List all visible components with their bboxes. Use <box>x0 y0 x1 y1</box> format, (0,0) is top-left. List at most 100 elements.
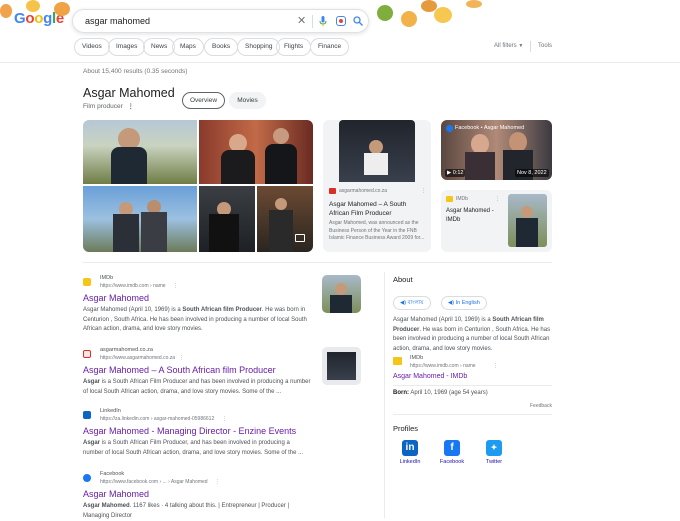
tab-movies[interactable]: Movies <box>229 92 266 109</box>
tab-overview[interactable]: Overview <box>182 92 225 109</box>
result-thumbnail[interactable] <box>322 275 361 313</box>
video-duration: ▶ 0:12 <box>445 169 466 177</box>
result-url[interactable]: https://www.facebook.com › ... › Asgar M… <box>100 479 208 485</box>
card-source: IMDb <box>456 196 468 202</box>
result-thumbnail[interactable] <box>322 347 361 385</box>
doodle-food-icon <box>466 0 482 8</box>
divider <box>312 15 313 28</box>
tab-images[interactable]: Images <box>108 38 146 56</box>
more-options-icon[interactable]: ⋮ <box>495 196 500 202</box>
result-url[interactable]: https://www.asgarmahomed.co.za <box>100 355 175 361</box>
tab-shopping[interactable]: Shopping <box>237 38 281 56</box>
doodle-food-icon <box>401 11 417 27</box>
profiles-heading: Profiles <box>393 424 419 433</box>
tools-button[interactable]: Tools <box>538 43 552 49</box>
person-figure <box>111 147 147 184</box>
snippet-part: Asgar Mahomed (April 10, 1969) is a <box>83 307 183 313</box>
person-figure <box>221 150 255 184</box>
person-figure <box>209 214 239 252</box>
lang-button-english[interactable]: ◀) In English <box>441 296 487 310</box>
image-thumbnail[interactable] <box>83 120 197 184</box>
doodle-food-icon <box>434 7 452 23</box>
more-options-icon[interactable]: ⋮ <box>128 103 135 110</box>
search-box[interactable]: asgar mahomed ✕ <box>72 9 369 33</box>
profile-facebook[interactable]: f Facebook <box>437 440 467 465</box>
lang-label: বাংলায় <box>407 300 424 306</box>
born-label: Born: <box>393 390 409 396</box>
facebook-icon <box>446 125 453 132</box>
feedback-link[interactable]: Feedback <box>530 403 552 409</box>
person-figure <box>273 128 289 144</box>
all-filters-label: All filters <box>494 43 517 49</box>
tab-videos[interactable]: Videos <box>74 38 110 56</box>
card-image <box>508 194 547 247</box>
search-icon[interactable] <box>353 16 363 26</box>
linkedin-favicon <box>83 411 91 419</box>
person-figure <box>521 206 533 218</box>
lang-button-bangla[interactable]: ◀) বাংলায় <box>393 296 431 310</box>
card-title: Asgar Mahomed – A South African Film Pro… <box>329 201 407 217</box>
profile-label: Twitter <box>485 459 503 465</box>
about-source-url[interactable]: https://www.imdb.com › name <box>410 363 476 369</box>
doodle-food-icon <box>377 5 393 21</box>
imdb-favicon <box>83 278 91 286</box>
tab-maps[interactable]: Maps <box>172 38 204 56</box>
clear-icon[interactable]: ✕ <box>297 15 306 27</box>
snippet-part: is a South African Film Producer, and ha… <box>83 440 304 456</box>
result-title-link[interactable]: Asgar Mahomed - Managing Director - Enzi… <box>83 426 296 436</box>
snippet-highlight: Asgar Mahomed <box>83 503 130 509</box>
lens-icon[interactable] <box>336 16 346 26</box>
card-image <box>327 352 356 380</box>
more-options-icon[interactable]: ⋮ <box>215 479 220 485</box>
imdb-icon <box>446 196 453 202</box>
result-title-link[interactable]: Asgar Mahomed – A South African film Pro… <box>83 365 276 375</box>
more-options-icon[interactable]: ⋮ <box>179 355 184 361</box>
born-fact: Born: April 10, 1969 (age 54 years) <box>393 389 488 399</box>
kp-title: Asgar Mahomed <box>83 86 175 100</box>
person-figure <box>364 153 388 175</box>
result-title-link[interactable]: Asgar Mahomed <box>83 489 149 499</box>
tab-news[interactable]: News <box>143 38 176 56</box>
gallery-icon <box>295 234 305 242</box>
result-url[interactable]: https://www.imdb.com › name <box>100 283 166 289</box>
person-figure <box>269 210 293 252</box>
search-input[interactable]: asgar mahomed <box>85 16 150 26</box>
person-figure <box>516 218 538 247</box>
more-options-icon[interactable]: ⋮ <box>173 283 178 289</box>
tab-finance[interactable]: Finance <box>310 38 350 56</box>
more-options-icon[interactable]: ⋮ <box>493 363 498 369</box>
twitter-icon: ✦ <box>486 440 502 456</box>
video-thumbnail[interactable]: Facebook • Asgar Mahomed ▶ 0:12 Nov 8, 2… <box>441 120 552 180</box>
person-figure <box>265 144 297 184</box>
image-card-imdb[interactable]: IMDb ⋮ Asgar Mahomed - IMDb <box>441 190 552 252</box>
tab-books[interactable]: Books <box>204 38 239 56</box>
profile-linkedin[interactable]: in LinkedIn <box>398 440 422 465</box>
result-url[interactable]: https://za.linkedin.com › asgar-mahomed-… <box>100 416 214 422</box>
more-options-icon[interactable]: ⋮ <box>421 188 426 194</box>
image-thumbnail[interactable] <box>83 186 197 252</box>
linkedin-icon: in <box>402 440 418 456</box>
result-site: asgarmahomed.co.za <box>100 347 153 353</box>
header-divider <box>0 62 680 63</box>
person-figure <box>330 295 352 313</box>
image-card-site[interactable]: asgarmahomed.co.za ⋮ Asgar Mahomed – A S… <box>323 120 431 252</box>
profile-twitter[interactable]: ✦ Twitter <box>481 440 507 465</box>
person-figure <box>509 132 527 152</box>
more-options-icon[interactable]: ⋮ <box>222 416 227 422</box>
about-source-link[interactable]: Asgar Mahomed - IMDb <box>393 373 467 380</box>
result-snippet: Asgar Mahomed (April 10, 1969) is a Sout… <box>83 306 311 335</box>
all-filters-button[interactable]: All filters ▼ <box>494 43 523 49</box>
image-thumbnail[interactable] <box>257 186 313 252</box>
image-thumbnail[interactable] <box>199 120 313 184</box>
tab-flights[interactable]: Flights <box>276 38 312 56</box>
born-value: April 10, 1969 (age 54 years) <box>409 390 488 396</box>
profile-label: Facebook <box>439 459 465 465</box>
microphone-icon[interactable] <box>319 16 327 27</box>
card-snippet: Asgar Mahomed, was announced as the Busi… <box>329 220 425 241</box>
panel-divider <box>384 272 385 518</box>
imdb-favicon <box>393 357 402 365</box>
image-thumbnail[interactable] <box>199 186 255 252</box>
doodle-food-icon <box>0 4 12 18</box>
duration-text: 0:12 <box>452 170 464 176</box>
result-title-link[interactable]: Asgar Mahomed <box>83 293 149 303</box>
